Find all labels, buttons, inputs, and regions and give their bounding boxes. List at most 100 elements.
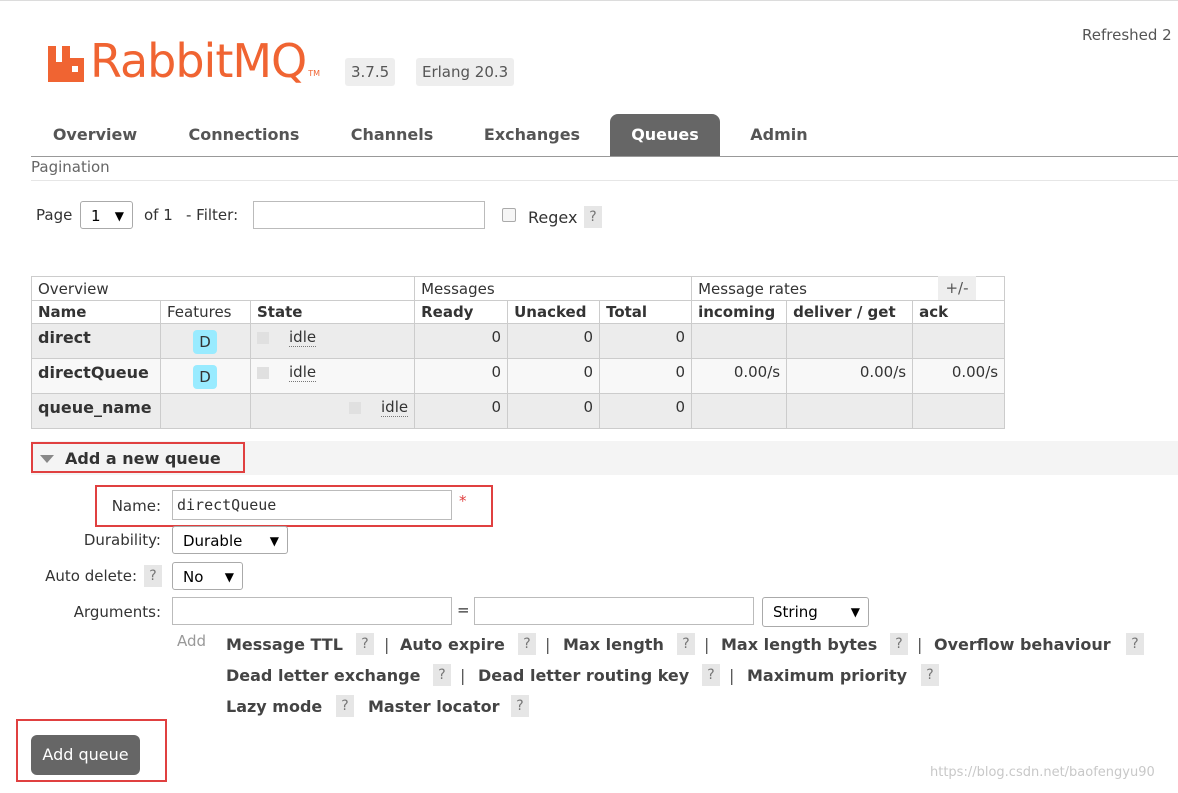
- watermark: https://blog.csdn.net/baofengyu90: [930, 765, 1155, 780]
- help-icon[interactable]: ?: [677, 633, 695, 655]
- argument-type-select[interactable]: String ▼: [762, 597, 869, 627]
- dropdown-arrow-icon: ▼: [114, 209, 124, 223]
- auto-delete-help-icon[interactable]: ?: [144, 565, 162, 587]
- arg-link-lazy-mode[interactable]: Lazy mode: [226, 697, 322, 716]
- arguments-label: Arguments:: [73, 603, 161, 621]
- queues-table: Overview Messages Message rates Name Fea…: [30, 276, 1006, 429]
- total-count: 0: [599, 358, 693, 394]
- col-ack[interactable]: ack: [912, 300, 1006, 324]
- state-indicator: [257, 366, 269, 379]
- help-icon[interactable]: ?: [511, 695, 529, 717]
- pagination-title[interactable]: Pagination: [31, 158, 110, 176]
- ack-rate: [912, 323, 1006, 359]
- page-select[interactable]: 1 ▼: [80, 201, 133, 229]
- ack-rate: 0.00/s: [912, 358, 1006, 394]
- arg-link-dead-letter-exchange[interactable]: Dead letter exchange: [226, 666, 420, 685]
- table-row[interactable]: direct D idle 0 0 0: [31, 323, 1006, 359]
- argument-type-value: String: [773, 603, 818, 621]
- table-row[interactable]: queue_name idle 0 0 0: [31, 393, 1006, 429]
- refreshed-status[interactable]: Refreshed 2: [1082, 26, 1172, 44]
- queue-name-link[interactable]: directQueue: [38, 363, 149, 382]
- arg-link-message-ttl[interactable]: Message TTL: [226, 635, 343, 654]
- tab-connections[interactable]: Connections: [168, 114, 320, 156]
- help-icon[interactable]: ?: [1126, 633, 1144, 655]
- argument-value-input[interactable]: [474, 597, 754, 625]
- table-group-header-row: Overview Messages Message rates: [30, 276, 1006, 301]
- col-unacked[interactable]: Unacked: [507, 300, 601, 324]
- auto-delete-value: No: [183, 568, 204, 586]
- tab-channels[interactable]: Channels: [330, 114, 454, 156]
- queue-name-link[interactable]: queue_name: [38, 398, 152, 417]
- col-features: Features: [160, 300, 251, 324]
- incoming-rate: 0.00/s: [691, 358, 788, 394]
- deliver-rate: [786, 323, 914, 359]
- col-incoming[interactable]: incoming: [691, 300, 788, 324]
- help-icon[interactable]: ?: [921, 664, 939, 686]
- col-state[interactable]: State: [249, 300, 416, 324]
- tab-admin[interactable]: Admin: [730, 114, 828, 156]
- link-separator: |: [384, 635, 390, 654]
- filter-label: - Filter:: [186, 206, 239, 224]
- regex-help-icon[interactable]: ?: [584, 206, 602, 228]
- durability-label: Durability:: [83, 531, 161, 549]
- arg-link-max-length[interactable]: Max length: [563, 635, 664, 654]
- add-argument-label: Add: [177, 632, 207, 650]
- unacked-count: 0: [507, 358, 601, 394]
- arg-link-maximum-priority[interactable]: Maximum priority: [747, 666, 907, 685]
- dropdown-arrow-icon: ▼: [224, 570, 234, 584]
- durability-select[interactable]: Durable ▼: [172, 526, 288, 554]
- table-row[interactable]: directQueue D idle 0 0 0 0.00/s 0.00/s 0…: [31, 358, 1006, 394]
- arg-link-dead-letter-routing-key[interactable]: Dead letter routing key: [478, 666, 689, 685]
- help-icon[interactable]: ?: [433, 664, 451, 686]
- deliver-rate: 0.00/s: [786, 358, 914, 394]
- link-separator: |: [729, 666, 735, 685]
- ready-count: 0: [414, 358, 509, 394]
- tab-queues[interactable]: Queues: [610, 114, 720, 156]
- arg-link-master-locator[interactable]: Master locator: [368, 697, 500, 716]
- incoming-rate: [691, 393, 788, 429]
- dropdown-arrow-icon: ▼: [850, 605, 860, 619]
- col-total[interactable]: Total: [599, 300, 693, 324]
- arg-link-auto-expire[interactable]: Auto expire: [400, 635, 505, 654]
- arg-link-overflow-behaviour[interactable]: Overflow behaviour: [934, 635, 1111, 654]
- collapse-triangle-icon[interactable]: [40, 455, 54, 463]
- arg-link-max-length-bytes[interactable]: Max length bytes: [721, 635, 877, 654]
- group-header-overview: Overview: [30, 276, 416, 301]
- help-icon[interactable]: ?: [890, 633, 908, 655]
- column-toggle-button[interactable]: +/-: [938, 276, 976, 300]
- col-name[interactable]: Name: [31, 300, 161, 324]
- state-label: idle: [289, 328, 317, 347]
- help-icon[interactable]: ?: [336, 695, 354, 717]
- link-separator: |: [545, 635, 551, 654]
- col-deliver-get[interactable]: deliver / get: [786, 300, 914, 324]
- auto-delete-label: Auto delete:: [45, 567, 137, 585]
- state-indicator: [257, 331, 269, 344]
- tab-exchanges[interactable]: Exchanges: [463, 114, 601, 156]
- argument-equals: =: [457, 601, 470, 619]
- queue-name-input[interactable]: [172, 490, 452, 520]
- help-icon[interactable]: ?: [518, 633, 536, 655]
- help-icon[interactable]: ?: [356, 633, 374, 655]
- help-icon[interactable]: ?: [702, 664, 720, 686]
- argument-key-input[interactable]: [172, 597, 452, 625]
- regex-label: Regex: [528, 208, 578, 227]
- rabbit-logo-icon: [48, 46, 84, 82]
- auto-delete-select[interactable]: No ▼: [172, 562, 243, 590]
- add-queue-section-title[interactable]: Add a new queue: [65, 449, 221, 468]
- ack-rate: [912, 393, 1006, 429]
- unacked-count: 0: [507, 323, 601, 359]
- state-indicator: [349, 401, 361, 414]
- top-border: [0, 0, 1178, 1]
- col-ready[interactable]: Ready: [414, 300, 509, 324]
- regex-checkbox[interactable]: [502, 208, 516, 222]
- tab-overview[interactable]: Overview: [31, 114, 159, 156]
- add-queue-button[interactable]: Add queue: [31, 735, 140, 775]
- required-mark: *: [459, 492, 467, 510]
- logo-trademark: TM: [308, 69, 321, 78]
- link-separator: |: [917, 635, 923, 654]
- name-label: Name:: [111, 497, 161, 515]
- queue-name-link[interactable]: direct: [38, 328, 91, 347]
- pagination-divider: [31, 180, 1178, 181]
- filter-input[interactable]: [253, 201, 485, 229]
- deliver-rate: [786, 393, 914, 429]
